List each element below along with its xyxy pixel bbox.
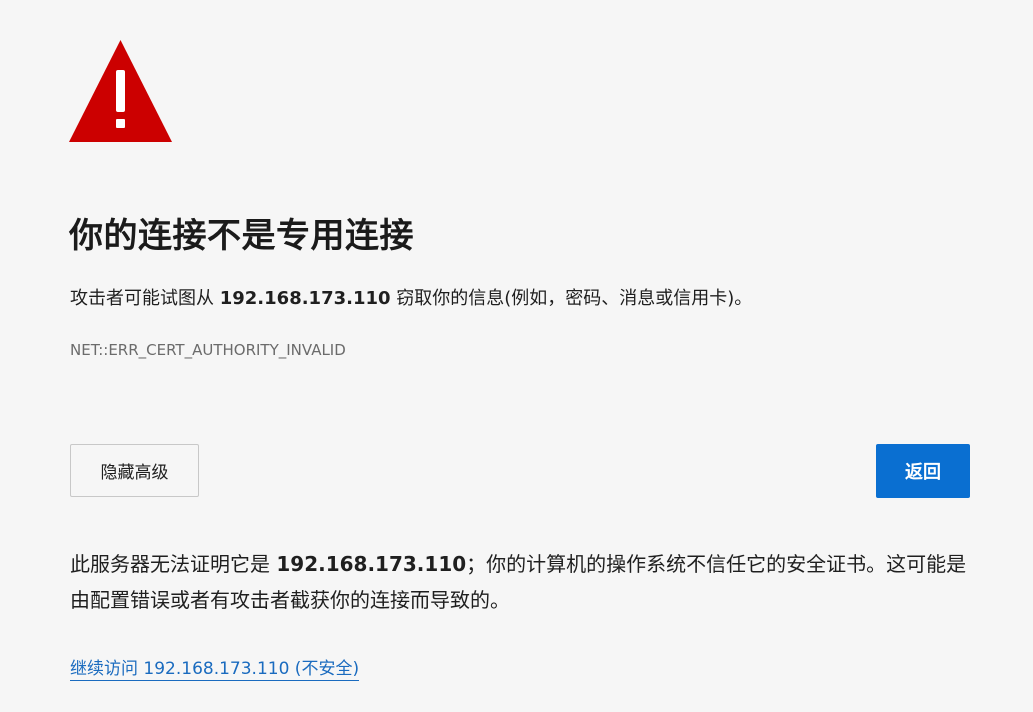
interstitial-page: 你的连接不是专用连接 攻击者可能试图从 192.168.173.110 窃取你的…: [0, 0, 1033, 712]
description-suffix: 窃取你的信息(例如，密码、消息或信用卡)。: [390, 288, 753, 309]
details-prefix: 此服务器无法证明它是: [70, 552, 277, 576]
warning-description: 攻击者可能试图从 192.168.173.110 窃取你的信息(例如，密码、消息…: [70, 284, 752, 310]
advanced-details-text: 此服务器无法证明它是 192.168.173.110；你的计算机的操作系统不信任…: [70, 546, 975, 618]
page-title: 你的连接不是专用连接: [69, 216, 414, 256]
proceed-unsafe-link[interactable]: 继续访问 192.168.173.110 (不安全): [70, 654, 360, 681]
back-button[interactable]: 返回: [876, 444, 970, 498]
description-prefix: 攻击者可能试图从: [70, 288, 220, 309]
warning-triangle-icon: [69, 40, 172, 142]
hide-advanced-button[interactable]: 隐藏高级: [70, 444, 199, 497]
details-host: 192.168.173.110: [276, 552, 467, 576]
description-host: 192.168.173.110: [219, 288, 391, 309]
error-code: NET::ERR_CERT_AUTHORITY_INVALID: [70, 341, 346, 359]
